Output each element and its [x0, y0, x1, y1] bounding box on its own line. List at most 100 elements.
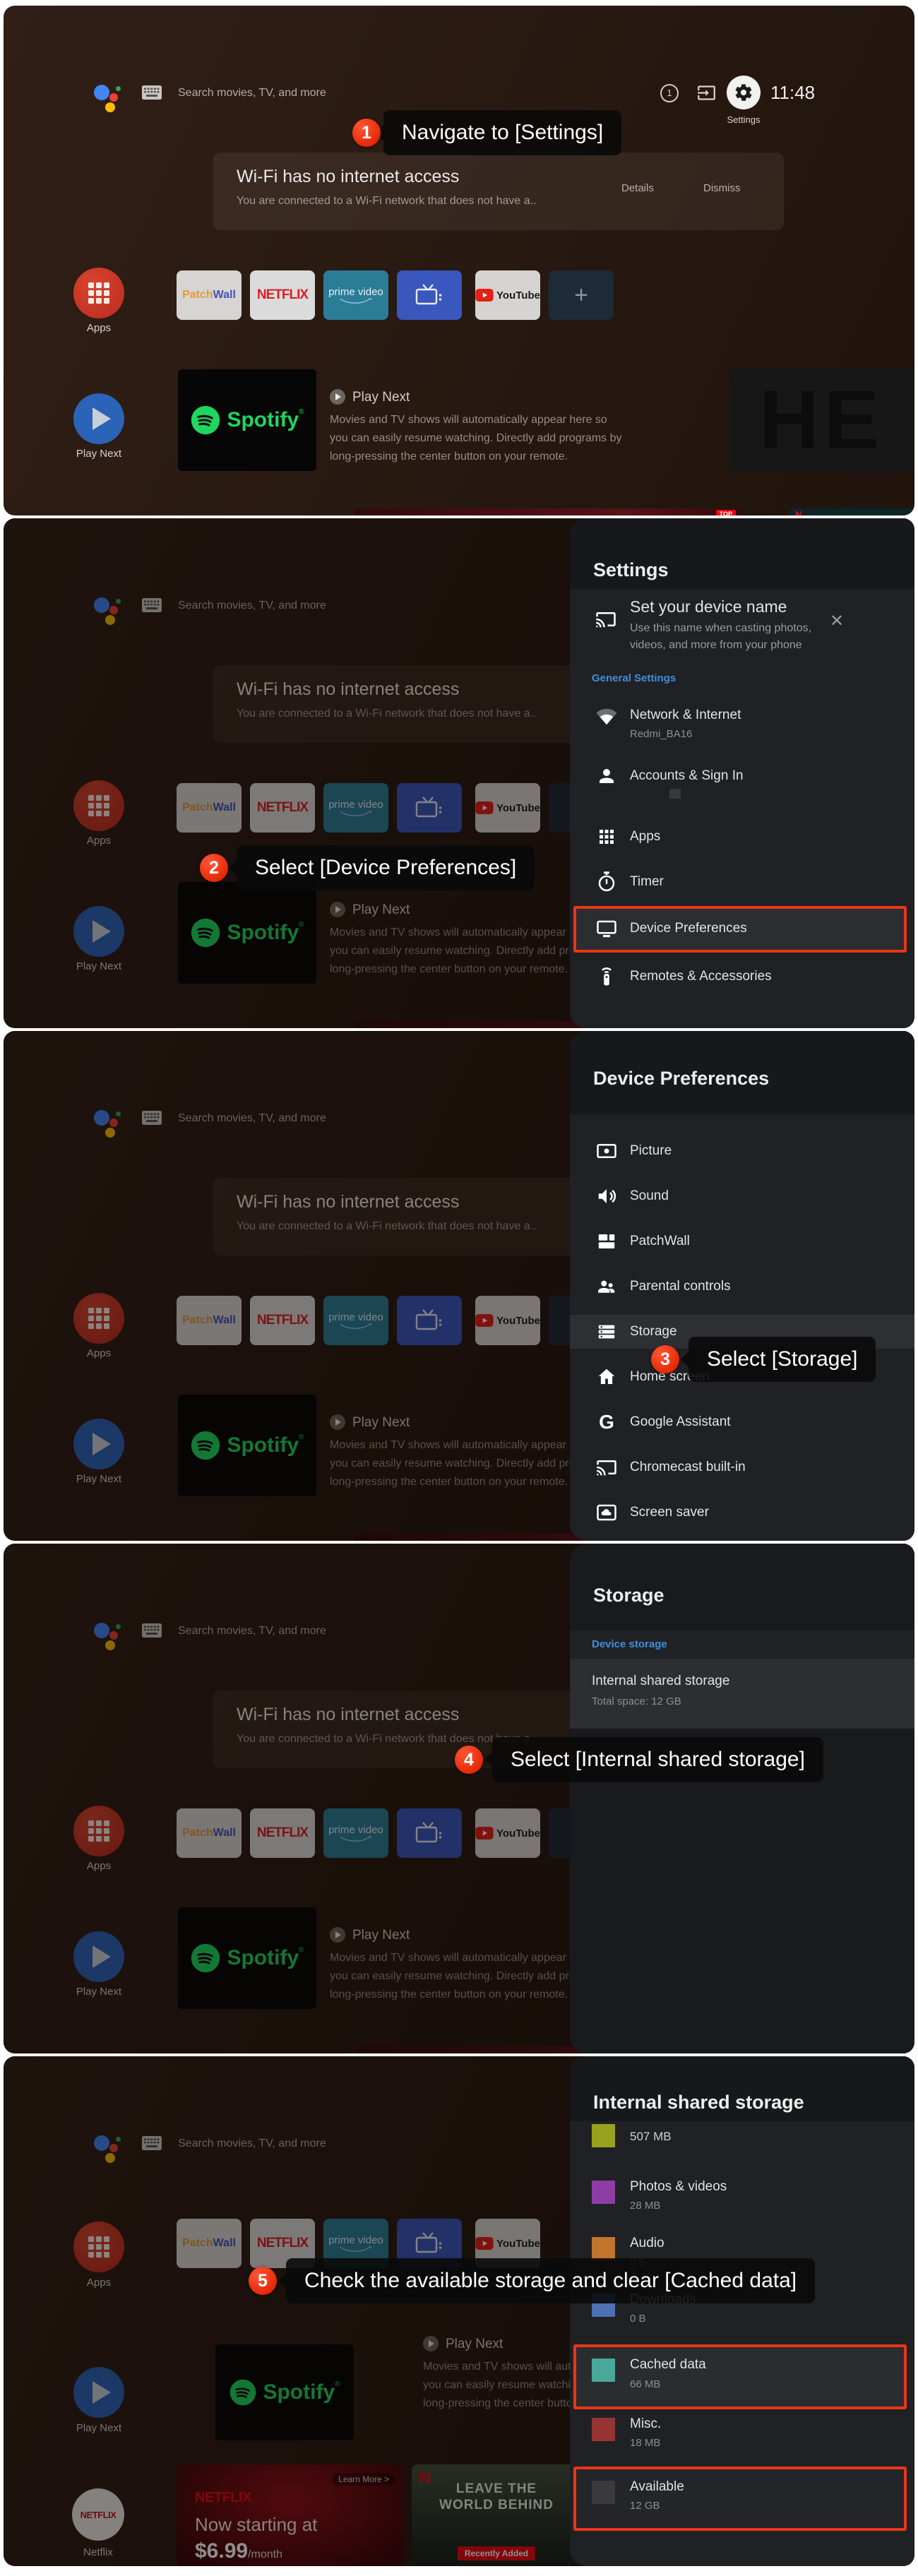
storage-row-misc-size: 18 MB	[630, 2437, 660, 2449]
internal-storage-drawer: 507 MB Photos & videos 28 MB Audio 0 B D…	[570, 2056, 914, 2566]
close-icon[interactable]: ✕	[830, 611, 844, 631]
step-tooltip-3: Select [Storage]	[688, 1337, 876, 1382]
storage-row-downloads-size: 0 B	[630, 2313, 646, 2325]
keyboard-icon[interactable]	[142, 85, 162, 100]
settings-item-network-label: Network & Internet	[630, 708, 741, 723]
add-app-card[interactable]: +	[549, 270, 614, 320]
dp-item-google-assistant-label: Google Assistant	[630, 1414, 731, 1430]
screen-saver-icon	[596, 1502, 617, 1523]
step-badge-5: 5	[249, 2267, 277, 2295]
wifi-notification: Wi-Fi has no internet access You are con…	[213, 153, 784, 230]
apps-button[interactable]	[73, 268, 124, 318]
youtube-label: YouTube	[496, 290, 540, 302]
sound-icon	[596, 1186, 617, 1207]
google-g-icon: G	[596, 1412, 617, 1433]
cast-icon	[596, 1457, 617, 1478]
google-assistant-icon[interactable]	[94, 80, 126, 113]
dp-item-patchwall-label: PatchWall	[630, 1234, 690, 1249]
device-storage-section: Device storage	[592, 1638, 667, 1650]
storage-drawer: Device storage Internal shared storage T…	[570, 1544, 914, 2053]
step-tooltip-4: Select [Internal shared storage]	[492, 1737, 823, 1782]
swatch-misc	[592, 2418, 615, 2441]
settings-item-network-sub: Redmi_BA16	[630, 728, 692, 740]
step-badge-1: 1	[352, 119, 381, 147]
parental-controls-icon	[596, 1276, 617, 1297]
screenshot-step-1: Search movies, TV, and more 1 11:48 Sett…	[4, 6, 914, 515]
tv-icon	[414, 283, 445, 307]
spotify-label: Spotify	[227, 408, 299, 431]
patchwall-label-1: Patch	[182, 289, 213, 302]
wifi-icon	[596, 706, 617, 727]
play-next-button[interactable]	[73, 393, 124, 444]
dp-item-picture-label: Picture	[630, 1143, 672, 1159]
live-tv-app-card[interactable]	[397, 270, 462, 320]
prime-video-label: prime video	[328, 286, 383, 298]
media-hero-card[interactable]: HE	[729, 368, 913, 472]
spotify-reg-mark: ®	[299, 408, 304, 416]
home-icon	[596, 1366, 617, 1388]
intern-storage-sub: Total space: 12 GB	[592, 1695, 681, 1707]
patchwall-tiles-icon	[596, 1231, 617, 1252]
details-button[interactable]: Details	[621, 182, 654, 194]
apps-grid-icon	[88, 282, 109, 304]
netflix-app-card[interactable]: NETFLIX	[250, 270, 315, 320]
swatch-apps	[592, 2124, 615, 2147]
intern-storage-title: Internal shared storage	[592, 1674, 729, 1689]
notification-count-icon[interactable]: 1	[660, 84, 679, 102]
screenshot-step-4: Search movies, TV, and more 1 11:48 Sett…	[4, 1544, 914, 2053]
swatch-available	[592, 2481, 615, 2504]
apps-row-label: Apps	[73, 322, 124, 334]
storage-row-cached-size: 66 MB	[630, 2378, 660, 2390]
dp-item-storage-label: Storage	[630, 1324, 677, 1340]
play-next-row-label: Play Next	[73, 448, 124, 460]
patchwall-label-2: Wall	[213, 289, 236, 302]
prime-video-app-card[interactable]: prime video	[323, 270, 388, 320]
storage-icon	[596, 1321, 617, 1342]
input-source-icon[interactable]	[697, 83, 716, 102]
media-strip-card-2[interactable]: N	[789, 508, 914, 515]
netflix-n-badge: N	[795, 509, 801, 515]
cached-data-focus-box	[573, 2344, 907, 2409]
play-next-info-text: Movies and TV shows will automatically a…	[330, 411, 622, 466]
clock: 11:48	[770, 82, 815, 104]
device-name-title: Set your device name	[630, 597, 787, 616]
storage-row-cached-label: Cached data	[630, 2357, 706, 2373]
screenshot-step-2: Search movies, TV, and more 1 11:48 Sett…	[4, 518, 914, 1028]
plus-icon: +	[574, 282, 588, 309]
youtube-app-card[interactable]: YouTube	[475, 270, 540, 320]
drawer-title: Settings	[593, 559, 669, 581]
dp-item-sound-label: Sound	[630, 1188, 669, 1204]
top-badge: TOP	[716, 510, 736, 515]
play-next-info-line3: long-pressing the center button on your …	[330, 448, 622, 466]
swatch-audio	[592, 2237, 615, 2260]
dismiss-button[interactable]: Dismiss	[703, 182, 741, 194]
device-name-desc1: Use this name when casting photos,	[630, 622, 811, 635]
media-strip-card[interactable]: TOP	[354, 508, 741, 515]
youtube-play-icon	[475, 289, 494, 302]
screenshot-step-5: Search movies, TV, and more Apps PatchWa…	[4, 2056, 914, 2566]
storage-row-audio-label: Audio	[630, 2236, 664, 2251]
swatch-photos	[592, 2181, 615, 2204]
dp-item-parental-label: Parental controls	[630, 1279, 731, 1294]
patchwall-app-card[interactable]: PatchWall	[177, 270, 242, 320]
spotify-card[interactable]: Spotify®	[178, 369, 316, 471]
timer-icon	[596, 871, 617, 893]
monitor-icon	[596, 918, 617, 939]
drawer-title: Storage	[593, 1585, 664, 1606]
settings-item-apps-label: Apps	[630, 829, 660, 845]
general-settings-section: General Settings	[592, 672, 676, 684]
picture-icon	[596, 1140, 617, 1162]
drawer-header: Internal shared storage	[570, 2056, 914, 2121]
drawer-header: Settings	[570, 518, 914, 589]
storage-row-apps-size: 507 MB	[630, 2130, 672, 2144]
storage-row-available-size: 12 GB	[630, 2500, 660, 2512]
dp-item-chromecast-label: Chromecast built-in	[630, 1460, 746, 1475]
drawer-header: Storage	[570, 1544, 914, 1614]
search-input[interactable]: Search movies, TV, and more	[178, 87, 326, 100]
remote-icon	[596, 966, 617, 987]
swatch-cached	[592, 2359, 615, 2382]
storage-row-misc-label: Misc.	[630, 2416, 661, 2432]
settings-icon[interactable]	[727, 76, 761, 109]
settings-item-accounts-label: Accounts & Sign In	[630, 768, 744, 784]
internal-storage-focus-highlight	[570, 1659, 914, 1729]
